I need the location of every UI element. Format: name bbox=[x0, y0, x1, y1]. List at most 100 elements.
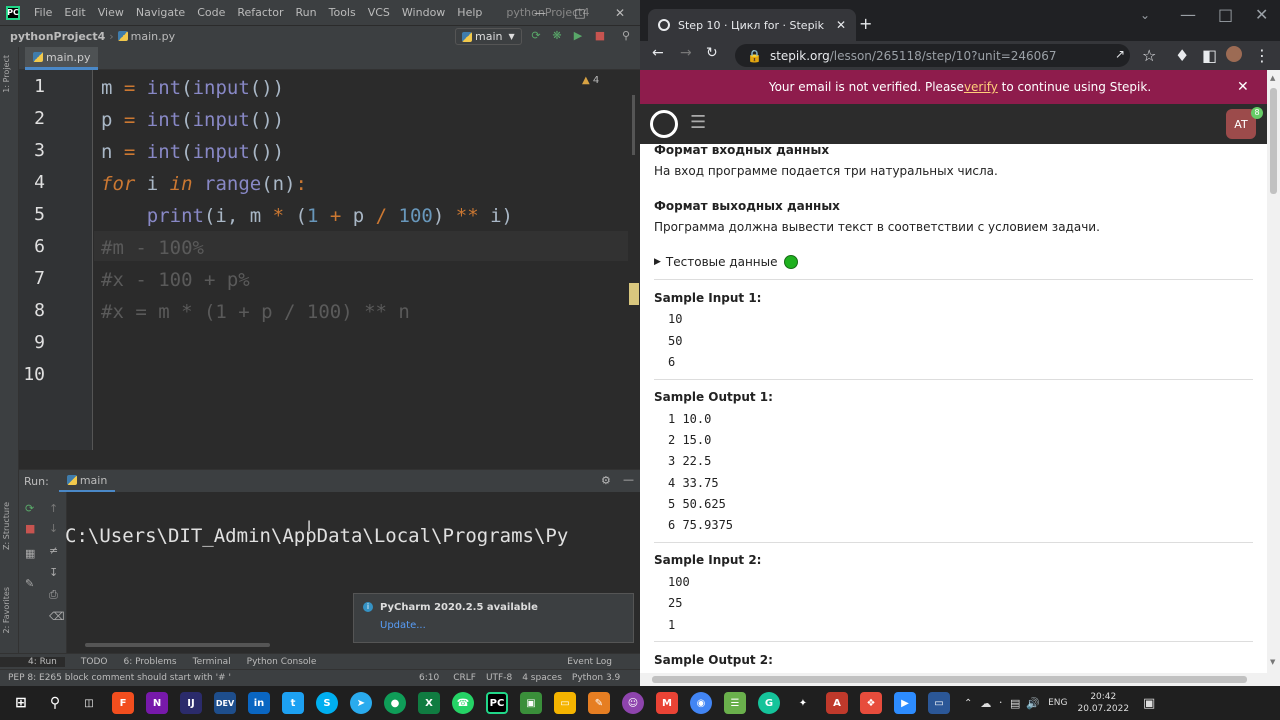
reload-icon[interactable]: ↻ bbox=[706, 45, 718, 61]
onenote-icon[interactable]: N bbox=[146, 692, 168, 714]
rerun-icon[interactable]: ⟳ bbox=[25, 502, 34, 515]
close-icon[interactable]: ✕ bbox=[1255, 5, 1268, 24]
code-editor[interactable]: m = int(input()) p = int(input()) n = in… bbox=[94, 70, 628, 450]
update-link[interactable]: Update... bbox=[380, 620, 426, 631]
trash-icon[interactable]: ⌫ bbox=[49, 610, 65, 623]
hamburger-menu-icon[interactable]: ☰ bbox=[690, 112, 706, 133]
stop-icon[interactable]: ■ bbox=[25, 522, 35, 535]
language-indicator[interactable]: ENG bbox=[1048, 698, 1067, 708]
sample-input-1-line[interactable]: 6 bbox=[668, 355, 675, 369]
grammarly-icon[interactable]: G bbox=[758, 692, 780, 714]
debug-icon[interactable]: ❋ bbox=[551, 30, 563, 42]
sample-output-1-line[interactable]: 3 22.5 bbox=[668, 454, 711, 468]
stop-icon[interactable]: ■ bbox=[594, 30, 606, 42]
chrome-alt-icon[interactable]: ● bbox=[384, 692, 406, 714]
notes-icon[interactable]: ✎ bbox=[588, 692, 610, 714]
new-tab-icon[interactable]: + bbox=[859, 14, 872, 33]
menu-run[interactable]: Run bbox=[290, 6, 323, 19]
code-line-5[interactable]: print(i, m * (1 + p / 100) ** i) bbox=[101, 200, 513, 232]
menu-code[interactable]: Code bbox=[191, 6, 231, 19]
rerun-icon[interactable]: ⟳ bbox=[530, 30, 542, 42]
sample-input-2-line[interactable]: 1 bbox=[668, 618, 675, 632]
back-icon[interactable]: ← bbox=[652, 45, 664, 61]
breadcrumb-file[interactable]: main.py bbox=[114, 30, 179, 43]
devtools-icon[interactable]: DEV bbox=[214, 692, 236, 714]
mosaic-app-icon[interactable]: ❖ bbox=[860, 692, 882, 714]
tab-search-icon[interactable]: ⌄ bbox=[1140, 8, 1150, 22]
page-scrollbar[interactable]: ▲ ▼ bbox=[1267, 70, 1280, 686]
gear-icon[interactable]: ⚙ bbox=[601, 474, 611, 487]
excel-icon[interactable]: X bbox=[418, 692, 440, 714]
scroll-end-icon[interactable]: ↧ bbox=[49, 566, 58, 579]
arrow-up-icon[interactable]: ↑ bbox=[49, 502, 58, 515]
run-config-select[interactable]: main ▼ bbox=[455, 28, 522, 45]
search-icon[interactable]: ⚲ bbox=[620, 30, 632, 42]
favorites-tool-label[interactable]: 2: Favorites bbox=[2, 587, 11, 633]
bookmark-star-icon[interactable]: ☆ bbox=[1142, 46, 1156, 65]
screen-app-icon[interactable]: ▭ bbox=[928, 692, 950, 714]
zoom-icon[interactable]: ▶ bbox=[894, 692, 916, 714]
maximize-icon[interactable]: □ bbox=[560, 0, 600, 25]
sample-output-1-line[interactable]: 5 50.625 bbox=[668, 497, 726, 511]
run-tab-main[interactable]: main bbox=[58, 470, 116, 492]
pin-icon[interactable]: ✎ bbox=[25, 577, 34, 590]
sample-output-1-line[interactable]: 4 33.75 bbox=[668, 476, 719, 490]
tray-chevron-icon[interactable]: ⌃ bbox=[964, 698, 972, 709]
stepik-logo-icon[interactable] bbox=[650, 110, 678, 138]
hide-icon[interactable]: — bbox=[623, 473, 634, 486]
tool-event-log[interactable]: Event Log bbox=[559, 657, 640, 667]
scroll-thumb[interactable] bbox=[1270, 88, 1277, 194]
menu-view[interactable]: View bbox=[92, 6, 130, 19]
breadcrumb-project[interactable]: pythonProject4 bbox=[0, 30, 109, 43]
code-line-8[interactable]: #x = m * (1 + p / 100) ** n bbox=[101, 296, 410, 328]
intellij-icon[interactable]: IJ bbox=[180, 692, 202, 714]
tool-run[interactable]: 4: Run bbox=[0, 656, 65, 667]
scroll-down-icon[interactable]: ▼ bbox=[1270, 658, 1275, 666]
menu-file[interactable]: File bbox=[28, 6, 58, 19]
code-line-3[interactable]: n = int(input()) bbox=[101, 136, 284, 168]
menu-help[interactable]: Help bbox=[451, 6, 488, 19]
avatar-app-icon[interactable]: ☺ bbox=[622, 692, 644, 714]
sample-output-1-line[interactable]: 6 75.9375 bbox=[668, 518, 733, 532]
task-view-icon[interactable]: ◫ bbox=[78, 692, 100, 714]
status-line-separator[interactable]: CRLF bbox=[448, 673, 481, 683]
address-bar[interactable]: 🔒 stepik.org/lesson/265118/step/10?unit=… bbox=[735, 44, 1130, 67]
menu-tools[interactable]: Tools bbox=[323, 6, 362, 19]
coverage-icon[interactable]: ▶ bbox=[572, 30, 584, 42]
minimize-icon[interactable]: — bbox=[520, 0, 560, 25]
sample-output-1-line[interactable]: 1 10.0 bbox=[668, 412, 711, 426]
editor-scrollbar[interactable] bbox=[628, 70, 640, 450]
sample-output-1-line[interactable]: 2 15.0 bbox=[668, 433, 711, 447]
feather-icon[interactable]: ✦ bbox=[792, 692, 814, 714]
tool-todo[interactable]: TODO bbox=[65, 657, 116, 667]
code-line-2[interactable]: p = int(input()) bbox=[101, 104, 284, 136]
layers-icon[interactable]: ☰ bbox=[724, 692, 746, 714]
menu-window[interactable]: Window bbox=[396, 6, 451, 19]
gmail-icon[interactable]: M bbox=[656, 692, 678, 714]
close-banner-icon[interactable]: ✕ bbox=[1237, 79, 1249, 95]
layout-icon[interactable]: ▦ bbox=[25, 547, 35, 560]
tool-problems[interactable]: 6: Problems bbox=[116, 657, 185, 667]
sample-input-2-line[interactable]: 25 bbox=[668, 596, 682, 610]
file-explorer-icon[interactable]: ▭ bbox=[554, 692, 576, 714]
soft-wrap-icon[interactable]: ≠ bbox=[49, 544, 58, 557]
close-icon[interactable]: ✕ bbox=[600, 0, 640, 25]
horizontal-scrollbar[interactable] bbox=[85, 643, 270, 647]
search-icon[interactable]: ⚲ bbox=[44, 692, 66, 714]
minimize-icon[interactable]: — bbox=[1180, 5, 1196, 24]
profile-avatar[interactable] bbox=[1226, 46, 1242, 62]
windows-start-icon[interactable]: ⊞ bbox=[10, 692, 32, 714]
browser-tab[interactable]: Step 10 · Цикл for · Stepik ✕ bbox=[648, 9, 856, 41]
telegram-icon[interactable]: ➤ bbox=[350, 692, 372, 714]
verify-link[interactable]: verify bbox=[964, 80, 998, 94]
sample-input-2-line[interactable]: 100 bbox=[668, 575, 690, 589]
share-icon[interactable]: ↗ bbox=[1115, 47, 1125, 61]
gallery-icon[interactable]: ▣ bbox=[520, 692, 542, 714]
close-tab-icon[interactable]: ✕ bbox=[836, 18, 846, 32]
side-panel-icon[interactable]: ◧ bbox=[1202, 46, 1217, 65]
sample-input-1-line[interactable]: 10 bbox=[668, 312, 682, 326]
horizontal-scrollbar[interactable] bbox=[640, 673, 1267, 686]
print-icon[interactable]: ⎙ bbox=[49, 588, 58, 602]
scroll-thumb[interactable] bbox=[652, 676, 1247, 683]
warning-marker[interactable] bbox=[629, 283, 639, 305]
